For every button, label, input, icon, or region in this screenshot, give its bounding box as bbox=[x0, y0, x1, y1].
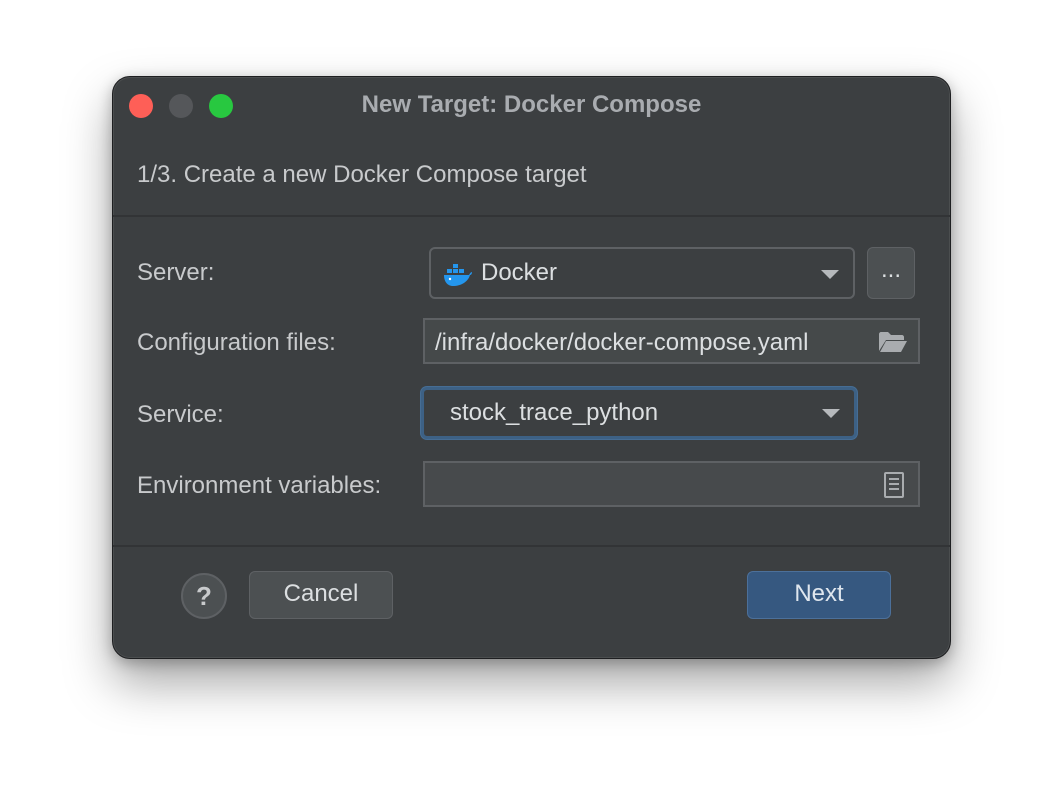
dialog-window: New Target: Docker Compose 1/3. Create a… bbox=[112, 76, 951, 659]
config-files-value: /infra/docker/docker-compose.yaml bbox=[435, 329, 809, 356]
chevron-down-icon bbox=[821, 270, 839, 279]
cancel-button[interactable]: Cancel bbox=[249, 571, 393, 619]
server-value: Docker bbox=[481, 259, 558, 286]
chevron-down-icon bbox=[822, 409, 840, 418]
title-bar: New Target: Docker Compose bbox=[113, 77, 950, 133]
env-vars-label: Environment variables: bbox=[137, 472, 382, 499]
next-button[interactable]: Next bbox=[747, 571, 891, 619]
window-title: New Target: Docker Compose bbox=[361, 91, 702, 118]
service-value: stock_trace_python bbox=[450, 399, 659, 426]
divider bbox=[113, 545, 950, 547]
service-dropdown[interactable]: stock_trace_python bbox=[421, 387, 857, 439]
server-dropdown[interactable]: Docker bbox=[429, 247, 855, 299]
divider bbox=[113, 215, 950, 217]
document-icon[interactable] bbox=[884, 472, 904, 498]
help-button[interactable]: ? bbox=[181, 573, 227, 619]
server-label: Server: bbox=[137, 259, 215, 286]
step-heading: 1/3. Create a new Docker Compose target bbox=[137, 161, 587, 188]
config-files-field[interactable]: /infra/docker/docker-compose.yaml bbox=[423, 318, 920, 364]
folder-icon[interactable] bbox=[878, 331, 908, 353]
config-files-label: Configuration files: bbox=[137, 329, 336, 356]
service-label: Service: bbox=[137, 401, 224, 428]
docker-icon bbox=[444, 264, 472, 286]
env-vars-field[interactable] bbox=[423, 461, 920, 507]
server-browse-button[interactable]: ... bbox=[867, 247, 915, 299]
